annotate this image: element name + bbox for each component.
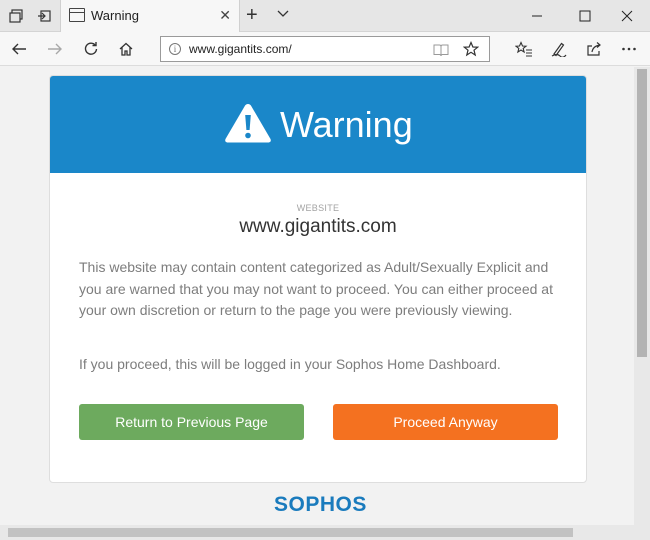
sophos-logo: SOPHOS — [274, 493, 367, 516]
url-text[interactable]: www.gigantits.com/ — [189, 42, 292, 56]
vertical-scroll-thumb[interactable] — [637, 69, 647, 357]
back-arrow-icon[interactable] — [8, 39, 30, 59]
navigation-bar: i www.gigantits.com/ — [0, 32, 650, 66]
warning-header: Warning — [50, 76, 586, 173]
warning-message: This website may contain content categor… — [79, 259, 553, 318]
favorites-icon[interactable] — [513, 39, 535, 59]
return-to-previous-page-button[interactable]: Return to Previous Page — [79, 404, 304, 440]
proceed-anyway-button[interactable]: Proceed Anyway — [333, 404, 558, 440]
refresh-icon[interactable] — [80, 39, 102, 59]
scrollbar-corner — [634, 525, 650, 540]
website-label: WEBSITE — [296, 203, 340, 213]
more-icon[interactable] — [618, 39, 640, 59]
home-icon[interactable] — [115, 39, 137, 59]
minimize-icon[interactable] — [514, 0, 560, 32]
close-icon[interactable]: ✕ — [219, 7, 231, 23]
vertical-scrollbar[interactable] — [634, 67, 650, 525]
warning-icon — [225, 104, 271, 143]
chevron-down-icon[interactable] — [276, 6, 290, 25]
active-tab[interactable]: Warning ✕ — [60, 0, 240, 32]
horizontal-scroll-thumb[interactable] — [8, 528, 573, 537]
warning-title: Warning — [280, 104, 413, 145]
star-icon[interactable] — [462, 40, 480, 62]
plus-icon[interactable]: + — [246, 4, 258, 26]
tab-list-icon[interactable] — [6, 6, 26, 26]
warning-card: Warning WEBSITE www.gigantits.com This w… — [49, 75, 587, 483]
maximize-icon[interactable] — [562, 0, 608, 32]
title-bar: Warning ✕ + — [0, 0, 650, 32]
set-aside-tabs-icon[interactable] — [34, 6, 54, 26]
address-bar[interactable]: i www.gigantits.com/ — [160, 36, 490, 62]
logged-message: If you proceed, this will be logged in y… — [79, 356, 501, 372]
tab-title: Warning — [91, 8, 139, 23]
reading-view-icon[interactable] — [433, 43, 449, 62]
close-icon[interactable] — [604, 0, 650, 32]
website-name: www.gigantits.com — [239, 216, 397, 237]
info-icon[interactable]: i — [169, 43, 181, 55]
pen-icon[interactable] — [548, 39, 570, 59]
horizontal-scrollbar[interactable] — [0, 525, 634, 540]
page-viewport: Warning WEBSITE www.gigantits.com This w… — [0, 67, 634, 525]
page-icon — [69, 8, 85, 22]
forward-arrow-icon[interactable] — [44, 39, 66, 59]
share-icon[interactable] — [583, 39, 605, 59]
